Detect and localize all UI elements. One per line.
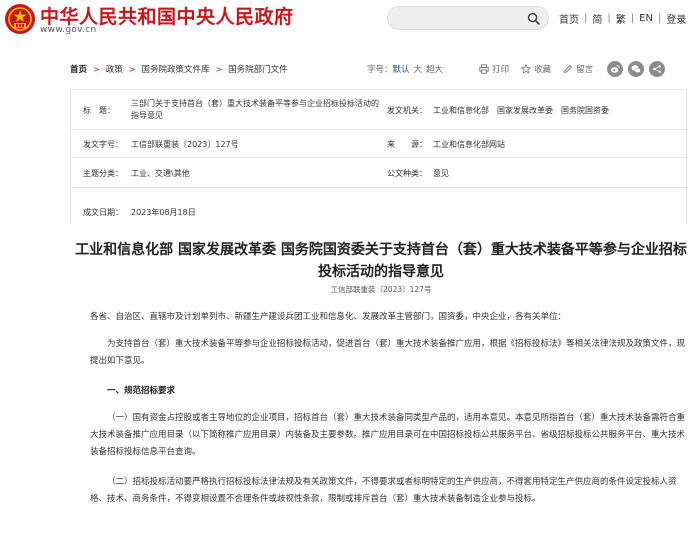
more-share-button[interactable] [649,61,666,77]
nav-separator: | [657,13,662,24]
info-title-label: 标 题： [83,106,115,115]
info-docno-label: 发文字号： [83,140,123,149]
info-row-docno: 发文字号： 工信部联重装〔2023〕127号 来 源： 工业和信息化部网站 [71,130,688,158]
font-size-large[interactable]: 大 [414,63,423,75]
weibo-icon [610,64,620,73]
info-row-title: 标 题： 三部门关于支持首台（套）重大技术装备平等参与企业招标投标活动的指导意见… [71,90,688,130]
info-row-date: 成文日期： 2023年08月18日 [71,188,688,217]
info-source-label: 来 源： [387,140,427,149]
breadcrumb-policy[interactable]: 政策 [106,63,123,75]
document-info-table: 标 题： 三部门关于支持首台（套）重大技术装备平等参与企业招标投标活动的指导意见… [70,89,688,223]
site-url: www.gov.cn [40,25,97,35]
article-doc-number: 工信部联重装〔2023〕127号 [330,285,432,294]
font-size-xlarge[interactable]: 超大 [426,63,443,75]
pencil-icon [563,64,573,74]
weibo-share-button[interactable] [607,61,624,77]
article-paragraph: 各省、自治区、直辖市及计划单列市、新疆生产建设兵团工业和信息化、发展改革主管部门… [90,312,567,322]
breadcrumb: 首页 > 政策 > 国务院政策文件库 > 国务院部门文件 [70,63,288,76]
wechat-share-button[interactable] [628,61,645,77]
article-paragraph: （一）国有资金占控股或者主导地位的企业项目，招标首台（套）重大技术装备同类型产品… [90,413,686,457]
nav-login[interactable]: 登录 [666,11,686,26]
share-icon [653,65,661,73]
info-row-topic: 主题分类： 工业、交通\其他 公文种类： 意见 [71,158,688,188]
article-paragraph: 为支持首台（套）重大技术装备平等参与企业招标投标活动，促进首台（套）重大技术装备… [90,339,686,366]
chevron-right-icon: > [215,64,223,74]
top-nav: 首页 | 简 | 繁 | EN | 登录 [559,11,686,26]
nav-separator: | [584,13,588,24]
favorite-button[interactable]: 收藏 [517,63,551,75]
info-type-value: 意见 [433,169,449,178]
info-date-value: 2023年08月18日 [131,208,196,217]
article-paragraph: （二）招标投标活动要严格执行招标投标法律法规及有关政策文件，不得要求或者标明特定… [90,477,677,504]
breadcrumb-home[interactable]: 首页 [70,63,87,75]
comment-button[interactable]: 留言 [559,63,593,75]
font-size-default[interactable]: 默认 [393,63,410,75]
site-header: 中华人民共和国中央人民政府 www.gov.cn 首页 | 简 | 繁 | EN… [0,0,700,46]
favorite-label: 收藏 [534,65,552,75]
breadcrumb-department-docs[interactable]: 国务院部门文件 [228,63,288,75]
print-label: 打印 [492,65,510,75]
breadcrumb-policy-library[interactable]: 国务院政策文件库 [141,63,209,75]
info-topic-label: 主题分类： [83,169,123,178]
print-icon [479,64,489,74]
search-input[interactable] [398,10,523,26]
chevron-right-icon: > [93,64,100,74]
nav-separator: | [607,13,611,24]
nav-home[interactable]: 首页 [559,11,579,26]
info-docno-value: 工信部联重装〔2023〕127号 [131,140,239,149]
info-source-value: 工业和信息化部网站 [433,140,505,149]
wechat-icon [631,65,641,73]
nav-simplified[interactable]: 简 [592,11,602,26]
national-emblem-icon[interactable] [4,3,36,35]
nav-traditional[interactable]: 繁 [616,11,626,26]
search-icon[interactable] [527,12,540,25]
article-tools: 字号： 默认 大 超大 打印 收藏 留言 [367,59,666,79]
info-date-label: 成文日期： [83,208,123,217]
info-type-label: 公文种类： [387,169,427,178]
print-button[interactable]: 打印 [475,63,509,75]
info-issuer-label: 发文机关： [387,106,427,115]
star-icon [521,64,532,74]
nav-separator: | [630,13,635,24]
breadcrumb-bar: 首页 > 政策 > 国务院政策文件库 > 国务院部门文件 字号： 默认 大 超大… [70,59,700,79]
article-title: 工业和信息化部 国家发展改革委 国务院国资委关于支持首台（套）重大技术装备平等参… [75,242,687,280]
social-share [607,61,666,77]
info-topic-value: 工业、交通\其他 [131,169,190,178]
comment-label: 留言 [576,65,594,75]
section-heading: 一、规范招标要求 [107,386,176,396]
info-title-value: 三部门关于支持首台（套）重大技术装备平等参与企业招标投标活动的指导意见 [131,99,379,120]
info-issuer-value: 工业和信息化部 国家发展改革委 国务院国资委 [433,106,609,115]
chevron-right-icon: > [128,64,136,74]
search-box[interactable] [387,6,549,30]
nav-english[interactable]: EN [639,13,653,24]
font-size-label: 字号： [367,65,393,75]
